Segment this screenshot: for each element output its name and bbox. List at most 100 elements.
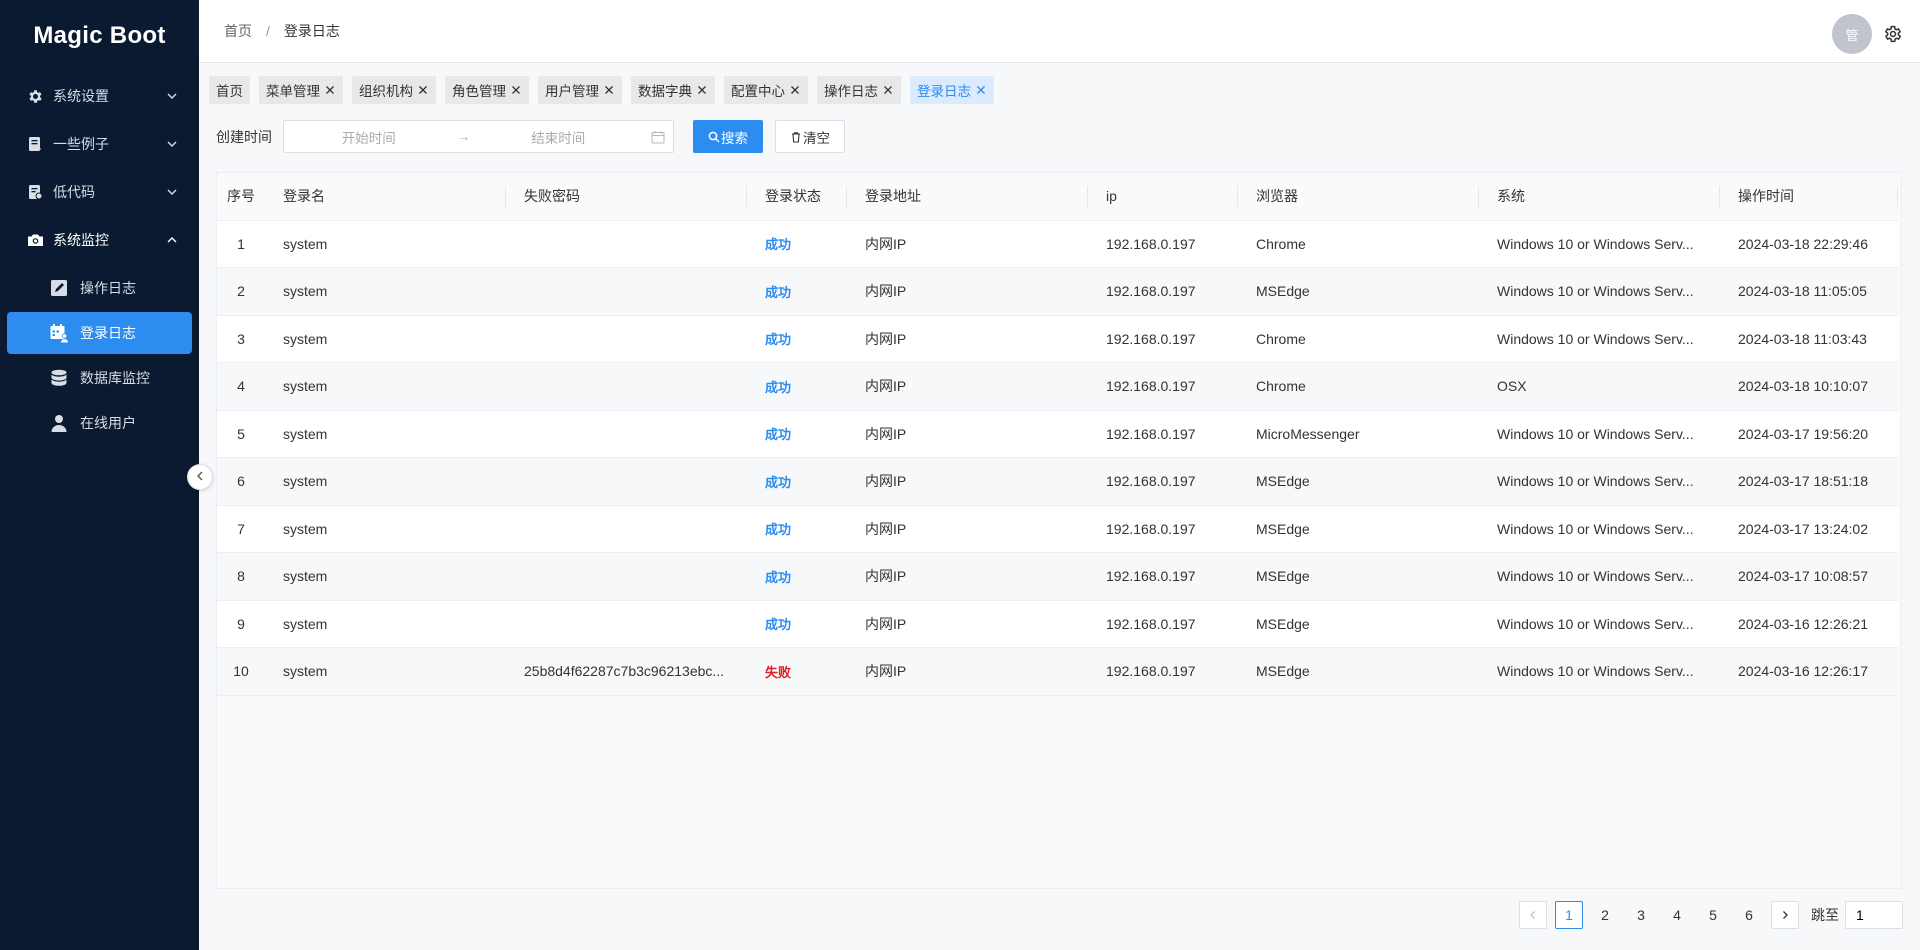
clear-button[interactable]: 清空 [775,120,845,153]
close-icon[interactable] [324,84,336,96]
jump-to-page-input[interactable] [1845,901,1903,929]
table-row[interactable]: 4 system 成功 内网IP 192.168.0.197 Chrome OSX 2024-… [217,362,1898,411]
table-cell-idx: 3 [217,315,265,363]
column-header: 操作时间 [1720,173,1898,221]
table-cell-addr: 内网IP [847,552,1088,601]
sidebar-item-database-monitor[interactable]: 数据库监控 [7,357,192,399]
tab-item[interactable]: 数据字典 [631,76,715,104]
date-range-picker[interactable]: 开始时间 → 结束时间 [283,120,674,153]
pagination: 1 2 3 4 5 6 跳至 [1511,901,1903,929]
column-header: 序号 [217,173,265,221]
page-number-button[interactable]: 5 [1699,901,1727,929]
calendar-icon [643,130,673,144]
breadcrumb-separator: / [266,23,270,39]
table-cell-pwd [506,410,747,458]
table-cell-os: Windows 10 or Windows Serv... [1479,457,1720,506]
table-row[interactable]: 5 system 成功 内网IP 192.168.0.197 MicroMessenger… [217,410,1898,458]
table-row[interactable]: 1 system 成功 内网IP 192.168.0.197 Chrome Windows … [217,220,1898,268]
close-icon[interactable] [975,84,987,96]
sidebar-item-label: 在线用户 [80,415,136,431]
table-row[interactable]: 7 system 成功 内网IP 192.168.0.197 MSEdge Windows … [217,505,1898,553]
database-icon [48,367,70,389]
settings-gear-icon[interactable] [1882,23,1904,45]
table-cell-browser: MicroMessenger [1238,410,1479,458]
tab-label: 数据字典 [638,84,692,99]
close-icon[interactable] [603,84,615,96]
table-cell-name: system [265,410,506,458]
sidebar-group-label: 低代码 [53,184,95,200]
sidebar-group-examples[interactable]: 一些例子 [0,120,199,168]
page-number-button[interactable]: 3 [1627,901,1655,929]
table-cell-status: 成功 [747,267,847,316]
tab-label: 首页 [216,84,243,99]
avatar[interactable]: 管 [1832,14,1872,54]
page-number-button[interactable]: 6 [1735,901,1763,929]
tab-item[interactable]: 登录日志 [910,76,994,104]
table-cell-status: 成功 [747,315,847,363]
table-row[interactable]: 10 system 25b8d4f62287c7b3c96213ebc... 失败 内网… [217,647,1898,696]
column-header: ip [1088,173,1238,221]
table-cell-time: 2024-03-18 22:29:46 [1720,220,1898,268]
notebook-icon [26,135,44,153]
gear-icon [26,87,44,105]
tab-item[interactable]: 操作日志 [817,76,901,104]
start-time-input[interactable]: 开始时间 [284,127,454,147]
sidebar-item-online-users[interactable]: 在线用户 [7,402,192,444]
table-row[interactable]: 6 system 成功 内网IP 192.168.0.197 MSEdge Windows … [217,457,1898,506]
table-cell-ip: 192.168.0.197 [1088,647,1238,696]
jump-to-label: 跳至 [1811,907,1839,923]
table-cell-os: Windows 10 or Windows Serv... [1479,600,1720,648]
table-cell-os: Windows 10 or Windows Serv... [1479,505,1720,553]
table-row[interactable]: 3 system 成功 内网IP 192.168.0.197 Chrome Windows … [217,315,1898,363]
breadcrumb-home[interactable]: 首页 [224,21,252,41]
tab-label: 用户管理 [545,84,599,99]
table-cell-ip: 192.168.0.197 [1088,552,1238,601]
tab-item[interactable]: 配置中心 [724,76,808,104]
column-header: 登录状态 [747,173,847,221]
sidebar-group-label: 系统设置 [53,88,109,104]
prev-page-button[interactable] [1519,901,1547,929]
table-cell-pwd [506,267,747,316]
tab-item[interactable]: 角色管理 [445,76,529,104]
search-button[interactable]: 搜索 [693,120,763,153]
table-cell-time: 2024-03-17 13:24:02 [1720,505,1898,553]
column-header: 失败密码 [506,173,747,221]
table-cell-os: Windows 10 or Windows Serv... [1479,647,1720,696]
table-cell-browser: MSEdge [1238,457,1479,506]
close-icon[interactable] [696,84,708,96]
table-cell-idx: 9 [217,600,265,648]
table-cell-ip: 192.168.0.197 [1088,457,1238,506]
tab-item[interactable]: 首页 [209,76,250,104]
tab-item[interactable]: 组织机构 [352,76,436,104]
table-cell-status: 成功 [747,600,847,648]
close-icon[interactable] [417,84,429,96]
page-number-button[interactable]: 4 [1663,901,1691,929]
tab-item[interactable]: 用户管理 [538,76,622,104]
sidebar-item-operation-log[interactable]: 操作日志 [7,267,192,309]
page-number-button[interactable]: 1 [1555,901,1583,929]
column-header: 登录地址 [847,173,1088,221]
end-time-input[interactable]: 结束时间 [474,127,644,147]
close-icon[interactable] [789,84,801,96]
table-cell-status: 成功 [747,505,847,553]
tab-label: 角色管理 [452,84,506,99]
tab-item[interactable]: 菜单管理 [259,76,343,104]
page-number-button[interactable]: 2 [1591,901,1619,929]
sidebar-item-login-log[interactable]: 登录日志 [7,312,192,354]
chevron-left-icon [1528,907,1538,923]
sidebar-group-system-settings[interactable]: 系统设置 [0,72,199,120]
search-button-label: 搜索 [721,130,748,146]
tab-label: 操作日志 [824,84,878,99]
sidebar-group-low-code[interactable]: 低代码 [0,168,199,216]
close-icon[interactable] [510,84,522,96]
next-page-button[interactable] [1771,901,1799,929]
table-row[interactable]: 8 system 成功 内网IP 192.168.0.197 MSEdge Windows … [217,552,1898,601]
table-row[interactable]: 2 system 成功 内网IP 192.168.0.197 MSEdge Windows … [217,267,1898,316]
close-icon[interactable] [882,84,894,96]
table-cell-browser: MSEdge [1238,647,1479,696]
sidebar-group-system-monitor[interactable]: 系统监控 [0,216,199,264]
table-row[interactable]: 9 system 成功 内网IP 192.168.0.197 MSEdge Windows … [217,600,1898,648]
sidebar-collapse-button[interactable] [187,464,213,490]
table-cell-status: 失败 [747,647,847,696]
table-cell-ip: 192.168.0.197 [1088,315,1238,363]
